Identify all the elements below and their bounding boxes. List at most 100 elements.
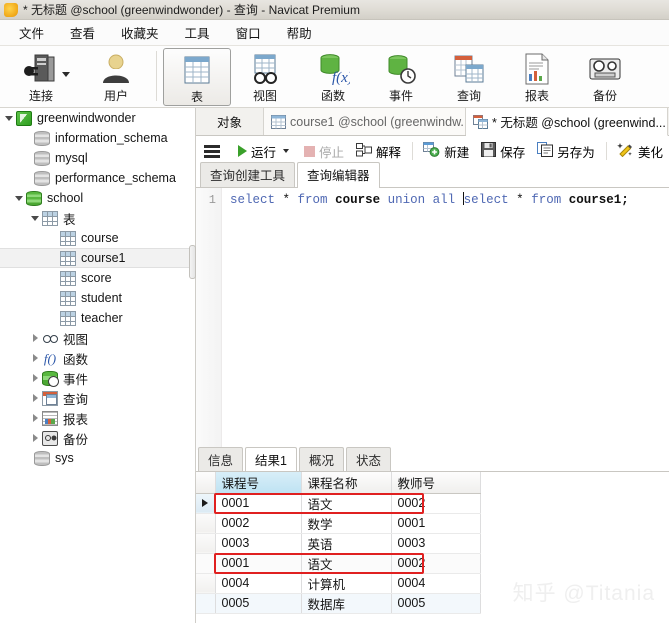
tab-untitled-query[interactable]: * 无标题 @school (greenwind... — [466, 108, 668, 136]
row-indicator[interactable] — [196, 573, 216, 594]
tree-node-reports-folder[interactable]: 报表 — [0, 408, 195, 428]
cell-course-name[interactable]: 计算机 — [301, 573, 392, 594]
table-row[interactable]: 0003 英语 0003 — [196, 533, 481, 554]
tree-node-school[interactable]: school — [0, 188, 195, 208]
table-row[interactable]: 0004 计算机 0004 — [196, 573, 481, 594]
tree-node-greenwindwonder[interactable]: greenwindwonder — [0, 108, 195, 128]
expand-arrow-icon[interactable] — [14, 192, 26, 204]
tree-node-backups-folder[interactable]: 备份 — [0, 428, 195, 448]
cell-course-id[interactable]: 0004 — [215, 573, 302, 594]
cell-teacher-id[interactable]: 0003 — [391, 533, 481, 554]
row-indicator[interactable] — [196, 553, 216, 574]
tree-node-label: 事件 — [63, 372, 89, 387]
expand-arrow-icon[interactable] — [30, 392, 42, 404]
tree-node-course[interactable]: course — [0, 228, 195, 248]
beautify-button[interactable]: 美化 — [611, 140, 669, 163]
menu-item-file[interactable]: 文件 — [6, 20, 57, 45]
chevron-down-icon[interactable] — [283, 149, 290, 153]
column-header-course-name[interactable]: 课程名称 — [301, 472, 392, 494]
menu-item-tools[interactable]: 工具 — [172, 20, 223, 45]
toolbar-button-user[interactable]: 用户 — [82, 48, 150, 106]
column-header-teacher-id[interactable]: 教师号 — [391, 472, 481, 494]
expand-arrow-icon[interactable] — [30, 372, 42, 384]
cell-teacher-id[interactable]: 0001 — [391, 513, 481, 534]
sql-code-text[interactable]: select * from course union all select * … — [230, 191, 629, 209]
run-button[interactable]: 运行 — [232, 140, 298, 163]
menu-item-help[interactable]: 帮助 — [274, 20, 325, 45]
cell-course-name[interactable]: 语文 — [301, 553, 392, 574]
toolbar-button-query[interactable]: 查询 — [435, 48, 503, 106]
tab-query-editor[interactable]: 查询编辑器 — [297, 162, 380, 188]
column-header-course-id[interactable]: 课程号 — [215, 472, 302, 494]
expand-arrow-icon[interactable] — [30, 412, 42, 424]
stop-button[interactable]: 停止 — [298, 140, 350, 163]
toolbar-button-connection[interactable]: 连接 — [0, 48, 82, 106]
tree-node-queries-folder[interactable]: 查询 — [0, 388, 195, 408]
toolbar-button-view[interactable]: 视图 — [231, 48, 299, 106]
save-as-button[interactable]: 另存为 — [531, 140, 601, 163]
cell-course-id[interactable]: 0001 — [215, 493, 302, 514]
chevron-down-icon[interactable] — [62, 72, 70, 77]
row-indicator[interactable] — [196, 593, 216, 614]
cell-course-name[interactable]: 数学 — [301, 513, 392, 534]
explain-button[interactable]: 解释 — [350, 140, 407, 163]
cell-teacher-id[interactable]: 0005 — [391, 593, 481, 614]
tree-node-sys[interactable]: sys — [0, 448, 195, 468]
table-row[interactable]: 0001 语文 0002 — [196, 553, 481, 574]
save-button[interactable]: 保存 — [475, 140, 531, 163]
tab-objects[interactable]: 对象 — [196, 108, 264, 135]
tree-node-mysql[interactable]: mysql — [0, 148, 195, 168]
cell-course-id[interactable]: 0003 — [215, 533, 302, 554]
cell-teacher-id[interactable]: 0002 — [391, 493, 481, 514]
new-button[interactable]: 新建 — [417, 140, 475, 163]
tab-info[interactable]: 信息 — [198, 447, 244, 472]
tree-node-events-folder[interactable]: 事件 — [0, 368, 195, 388]
tree-node-functions-folder[interactable]: f() 函数 — [0, 348, 195, 368]
expand-arrow-icon[interactable] — [4, 112, 16, 124]
cell-course-name[interactable]: 数据库 — [301, 593, 392, 614]
result-grid[interactable]: 课程号 课程名称 教师号 0001 语文 0002 0002 数学 0001 0… — [196, 472, 669, 623]
tab-profile[interactable]: 概况 — [298, 447, 344, 472]
toolbar-button-event[interactable]: 事件 — [367, 48, 435, 106]
tree-node-views-folder[interactable]: 视图 — [0, 328, 195, 348]
tree-node-score[interactable]: score — [0, 268, 195, 288]
cell-course-name[interactable]: 语文 — [301, 493, 392, 514]
cell-course-id[interactable]: 0002 — [215, 513, 302, 534]
row-indicator[interactable] — [196, 493, 216, 514]
cell-course-id[interactable]: 0001 — [215, 553, 302, 574]
tab-course1-table[interactable]: course1 @school (greenwindw... — [264, 108, 466, 135]
object-tree-sidebar[interactable]: greenwindwonder information_schema mysql… — [0, 108, 196, 623]
menu-item-view[interactable]: 查看 — [57, 20, 108, 45]
table-row[interactable]: 0002 数学 0001 — [196, 513, 481, 534]
row-indicator[interactable] — [196, 513, 216, 534]
toolbar-button-function[interactable]: f(x) 函数 — [299, 48, 367, 106]
toolbar-button-backup[interactable]: 备份 — [571, 48, 639, 106]
toolbar-button-report[interactable]: 报表 — [503, 48, 571, 106]
expand-arrow-icon[interactable] — [30, 212, 42, 224]
cell-teacher-id[interactable]: 0002 — [391, 553, 481, 574]
tree-node-performance-schema[interactable]: performance_schema — [0, 168, 195, 188]
tab-result1[interactable]: 结果1 — [245, 447, 297, 472]
tree-node-course1[interactable]: course1 — [0, 248, 195, 268]
cell-teacher-id[interactable]: 0004 — [391, 573, 481, 594]
expand-arrow-icon[interactable] — [30, 432, 42, 444]
row-indicator[interactable] — [196, 533, 216, 554]
expand-arrow-icon[interactable] — [30, 332, 42, 344]
tab-query-builder[interactable]: 查询创建工具 — [200, 162, 296, 187]
toolbar-button-table[interactable]: 表 — [163, 48, 231, 106]
sql-editor[interactable]: 1 select * from course union all select … — [196, 188, 669, 450]
cell-course-name[interactable]: 英语 — [301, 533, 392, 554]
menu-item-window[interactable]: 窗口 — [223, 20, 274, 45]
tree-node-teacher[interactable]: teacher — [0, 308, 195, 328]
hamburger-icon[interactable] — [204, 144, 220, 158]
table-row[interactable]: 0001 语文 0002 — [196, 493, 481, 514]
tree-node-student[interactable]: student — [0, 288, 195, 308]
tree-node-tables-folder[interactable]: 表 — [0, 208, 195, 228]
tree-node-information-schema[interactable]: information_schema — [0, 128, 195, 148]
menu-item-favorites[interactable]: 收藏夹 — [108, 20, 172, 45]
table-row[interactable]: 0005 数据库 0005 — [196, 593, 481, 614]
cell-course-id[interactable]: 0005 — [215, 593, 302, 614]
tab-status[interactable]: 状态 — [345, 447, 391, 472]
sidebar-splitter-handle[interactable] — [189, 245, 196, 279]
expand-arrow-icon[interactable] — [30, 352, 42, 364]
